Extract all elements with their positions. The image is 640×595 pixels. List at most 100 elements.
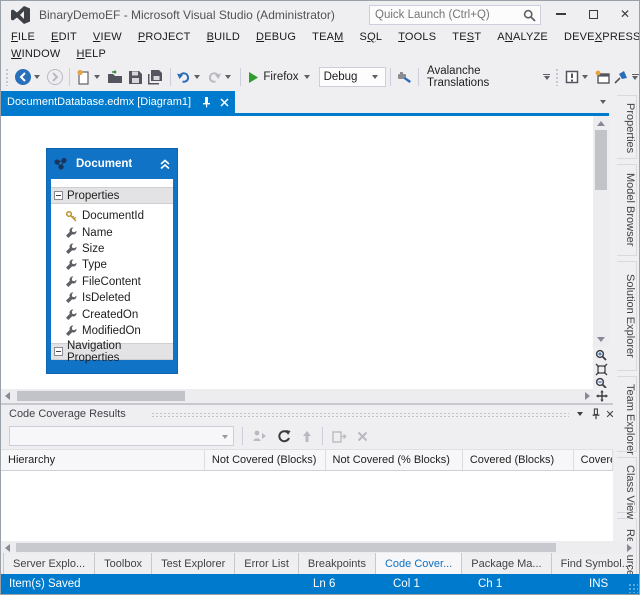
grid-column-header[interactable]: Covere (574, 450, 613, 470)
menu-item[interactable]: TEST (444, 29, 489, 46)
quick-launch-box[interactable] (369, 5, 541, 25)
panel-drag-texture[interactable] (151, 412, 569, 418)
bottom-tab[interactable]: Toolbox (95, 553, 153, 574)
panel-scroll-thumb[interactable] (16, 543, 556, 552)
new-window-button[interactable] (593, 66, 612, 88)
new-item-button[interactable] (74, 66, 105, 88)
entity-property-row[interactable]: FileContent (51, 273, 173, 290)
side-tab[interactable]: Model Browser (617, 164, 637, 256)
entity-property-row[interactable]: Name (51, 224, 173, 241)
navigate-forward-button[interactable] (45, 66, 65, 88)
scroll-left-icon[interactable] (5, 544, 10, 552)
menu-item[interactable]: ANALYZE (489, 29, 556, 46)
close-button[interactable]: ✕ (611, 5, 639, 25)
canvas-horizontal-scrollbar[interactable] (1, 389, 593, 403)
bottom-tab[interactable]: Code Cover... (375, 553, 463, 574)
scroll-down-icon[interactable] (597, 337, 605, 342)
entity-property-row[interactable]: IsDeleted (51, 289, 173, 307)
edmx-designer-canvas[interactable]: Document Properties DocumentId Name Size (1, 116, 593, 389)
save-button[interactable] (126, 66, 145, 88)
import-results-button[interactable] (252, 429, 267, 443)
remove-results-button[interactable] (357, 431, 368, 442)
entity-property-row[interactable]: Type (51, 257, 173, 274)
grid-column-header[interactable]: Not Covered (Blocks) (205, 450, 326, 470)
bottom-tab[interactable]: Find Symbol... (552, 553, 639, 574)
side-tab[interactable]: Class View (617, 457, 637, 519)
grid-column-header[interactable]: Covered (Blocks) (463, 450, 574, 470)
toolbar-options-overflow-icon[interactable] (631, 73, 639, 81)
start-debug-button[interactable]: Firefox (245, 66, 314, 88)
open-file-button[interactable] (105, 66, 126, 88)
scroll-right-icon[interactable] (627, 544, 632, 552)
entity-header[interactable]: Document (47, 149, 177, 179)
menu-item[interactable]: SQL (352, 29, 391, 46)
panel-menu-button[interactable] (573, 407, 587, 421)
menu-item[interactable]: TEAM (304, 29, 351, 46)
open-documents-dropdown-icon[interactable] (600, 100, 606, 104)
panel-title-bar[interactable]: Code Coverage Results ✕ (1, 405, 615, 423)
menu-item[interactable]: TOOLS (390, 29, 444, 46)
refresh-results-button[interactable] (277, 429, 291, 443)
undo-dropdown-caret-icon[interactable] (194, 75, 201, 79)
resize-grip[interactable] (628, 583, 638, 593)
panel-pin-button[interactable] (589, 407, 603, 421)
pan-tool-button[interactable] (593, 388, 610, 404)
menu-item[interactable]: WINDOW (3, 46, 68, 63)
quick-launch-input[interactable] (375, 7, 515, 23)
properties-section-header[interactable]: Properties (51, 187, 173, 204)
export-results-button[interactable] (332, 430, 347, 443)
maximize-button[interactable] (579, 5, 607, 25)
find-in-files-button[interactable] (395, 66, 414, 88)
canvas-vertical-scrollbar[interactable] (593, 116, 609, 346)
zoom-in-button[interactable] (593, 348, 609, 362)
bottom-tab[interactable]: Package Ma... (462, 553, 552, 574)
scroll-up-icon[interactable] (597, 121, 605, 126)
toolbar-grip[interactable] (5, 68, 10, 86)
solution-configuration-combobox[interactable]: Debug (318, 67, 387, 87)
toolbar-grip[interactable] (555, 68, 560, 86)
entity-property-row[interactable]: DocumentId (51, 208, 173, 225)
collapse-minus-icon[interactable] (54, 347, 63, 357)
menu-item[interactable]: DEVEXPRESS (556, 29, 639, 46)
properties-window-button[interactable] (563, 66, 593, 88)
redo-button[interactable] (205, 66, 236, 88)
panel-close-button[interactable]: ✕ (603, 407, 617, 421)
minimize-button[interactable] (547, 5, 575, 25)
coverage-grid-body[interactable] (1, 471, 613, 543)
show-previous-button[interactable] (301, 430, 313, 443)
save-all-button[interactable] (145, 66, 166, 88)
redo-dropdown-caret-icon[interactable] (225, 75, 232, 79)
horizontal-scroll-thumb[interactable] (17, 391, 185, 401)
bottom-tab[interactable]: Breakpoints (299, 553, 376, 574)
grid-column-header[interactable]: Not Covered (% Blocks) (326, 450, 463, 470)
run-target-dropdown-caret-icon[interactable] (303, 75, 310, 79)
document-tab-active[interactable]: DocumentDatabase.edmx [Diagram1] (1, 91, 235, 113)
navigate-pin-button[interactable] (612, 66, 630, 88)
collapse-chevron-icon[interactable] (159, 158, 171, 170)
navigate-back-button[interactable] (13, 66, 45, 88)
back-dropdown-caret-icon[interactable] (33, 75, 40, 79)
grid-column-header[interactable]: Hierarchy (1, 450, 205, 470)
scroll-right-icon[interactable] (585, 392, 590, 400)
entity-document[interactable]: Document Properties DocumentId Name Size (47, 149, 177, 374)
collapse-minus-icon[interactable] (54, 191, 63, 200)
zoom-to-fit-button[interactable] (593, 362, 609, 376)
menu-item[interactable]: DEBUG (248, 29, 304, 46)
menu-item[interactable]: VIEW (85, 29, 130, 46)
properties-dropdown-caret-icon[interactable] (581, 75, 588, 79)
close-tab-icon[interactable] (220, 97, 229, 107)
undo-button[interactable] (174, 66, 205, 88)
entity-property-row[interactable]: CreatedOn (51, 306, 173, 323)
menu-item[interactable]: EDIT (43, 29, 85, 46)
coverage-result-combobox[interactable] (9, 426, 234, 446)
entity-property-row[interactable]: ModifiedOn (51, 322, 173, 340)
side-tab[interactable]: Solution Explorer (617, 261, 637, 371)
menu-item[interactable]: HELP (68, 46, 114, 63)
bottom-tab[interactable]: Server Explo... (3, 553, 96, 574)
menu-item[interactable]: BUILD (199, 29, 248, 46)
navigation-section-header[interactable]: Navigation Properties (51, 340, 173, 364)
side-tab[interactable]: Team Explorer (617, 376, 637, 455)
scroll-left-icon[interactable] (5, 392, 10, 400)
entity-property-row[interactable]: Size (51, 240, 173, 258)
toolbar-overflow-icon[interactable] (543, 73, 551, 81)
